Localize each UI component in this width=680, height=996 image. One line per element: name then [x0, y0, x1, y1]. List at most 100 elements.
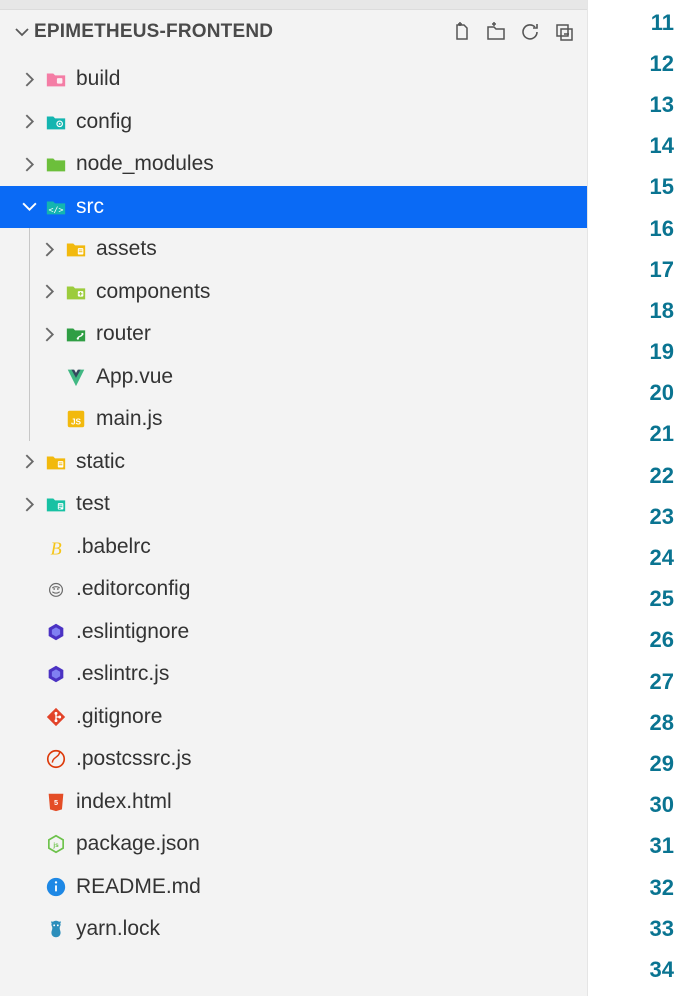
- line-number[interactable]: 17: [588, 249, 680, 290]
- refresh-icon[interactable]: [519, 21, 541, 43]
- folder-row-router[interactable]: router: [0, 313, 587, 356]
- folder-row-components[interactable]: components: [0, 271, 587, 314]
- html-icon: 5: [44, 790, 68, 814]
- line-number[interactable]: 15: [588, 167, 680, 208]
- line-number[interactable]: 19: [588, 332, 680, 373]
- svg-text:</>: </>: [49, 204, 64, 214]
- tree-item-label: README.md: [76, 875, 587, 899]
- explorer-header[interactable]: EPIMETHEUS-FRONTEND: [0, 10, 587, 54]
- line-number[interactable]: 16: [588, 208, 680, 249]
- chevron-right-icon[interactable]: [38, 283, 60, 300]
- chevron-right-icon[interactable]: [38, 241, 60, 258]
- folder-row-build[interactable]: build: [0, 58, 587, 101]
- line-number[interactable]: 14: [588, 126, 680, 167]
- line-number[interactable]: 26: [588, 620, 680, 661]
- editor-line-gutter: 1112131415161718192021222324252627282930…: [588, 0, 680, 996]
- line-number[interactable]: 25: [588, 579, 680, 620]
- tree-item-label: static: [76, 450, 587, 474]
- file-row-main-js[interactable]: JSmain.js: [0, 398, 587, 441]
- svg-text:js: js: [52, 842, 59, 849]
- indent-guide: [29, 228, 30, 271]
- line-number[interactable]: 22: [588, 455, 680, 496]
- line-number[interactable]: 21: [588, 414, 680, 455]
- eslint-icon: [44, 662, 68, 686]
- tree-item-label: config: [76, 110, 587, 134]
- postcss-icon: [44, 747, 68, 771]
- tree-item-label: .editorconfig: [76, 577, 587, 601]
- line-number[interactable]: 13: [588, 84, 680, 125]
- file-row-package-json[interactable]: js package.json: [0, 823, 587, 866]
- tree-item-label: test: [76, 492, 587, 516]
- info-icon: [44, 875, 68, 899]
- svg-text:B: B: [51, 538, 62, 558]
- indent-guide: [29, 398, 30, 441]
- svg-text:JS: JS: [71, 418, 82, 427]
- top-strip: [0, 0, 587, 10]
- folder-yellow-list-icon: [44, 450, 68, 474]
- tree-item-label: .eslintrc.js: [76, 662, 587, 686]
- line-number[interactable]: 18: [588, 290, 680, 331]
- chevron-right-icon[interactable]: [18, 71, 40, 88]
- chevron-down-icon[interactable]: [12, 24, 32, 40]
- file-row-yarn-lock[interactable]: yarn.lock: [0, 908, 587, 951]
- tree-item-label: yarn.lock: [76, 917, 587, 941]
- tree-item-label: .babelrc: [76, 535, 587, 559]
- file-row--babelrc[interactable]: B .babelrc: [0, 526, 587, 569]
- file-row-readme-md[interactable]: README.md: [0, 866, 587, 909]
- file-row--gitignore[interactable]: .gitignore: [0, 696, 587, 739]
- line-number[interactable]: 31: [588, 826, 680, 867]
- folder-teal-gear-icon: [44, 110, 68, 134]
- folder-row-static[interactable]: static: [0, 441, 587, 484]
- folder-row-config[interactable]: config: [0, 101, 587, 144]
- file-tree: build config node_modules </> src assets compo…: [0, 54, 587, 996]
- chevron-down-icon[interactable]: [18, 198, 40, 215]
- tree-item-label: router: [96, 322, 587, 346]
- file-row--editorconfig[interactable]: .editorconfig: [0, 568, 587, 611]
- folder-teal-test-icon: [44, 492, 68, 516]
- folder-pink-icon: [44, 67, 68, 91]
- tree-item-label: package.json: [76, 832, 587, 856]
- line-number[interactable]: 32: [588, 867, 680, 908]
- file-row-app-vue[interactable]: App.vue: [0, 356, 587, 399]
- tree-item-label: .gitignore: [76, 705, 587, 729]
- app-root: EPIMETHEUS-FRONTEND build config node_modu…: [0, 0, 680, 996]
- line-number[interactable]: 29: [588, 743, 680, 784]
- indent-guide: [29, 271, 30, 314]
- npm-icon: js: [44, 832, 68, 856]
- folder-row-test[interactable]: test: [0, 483, 587, 526]
- tree-item-label: components: [96, 280, 587, 304]
- file-row-index-html[interactable]: 5index.html: [0, 781, 587, 824]
- chevron-right-icon[interactable]: [18, 496, 40, 513]
- folder-row-node-modules[interactable]: node_modules: [0, 143, 587, 186]
- chevron-right-icon[interactable]: [18, 156, 40, 173]
- tree-item-label: src: [76, 195, 587, 219]
- line-number[interactable]: 24: [588, 537, 680, 578]
- tree-item-label: .postcssrc.js: [76, 747, 587, 771]
- folder-green-icon: [44, 152, 68, 176]
- chevron-right-icon[interactable]: [18, 113, 40, 130]
- file-row--eslintignore[interactable]: .eslintignore: [0, 611, 587, 654]
- line-number[interactable]: 11: [588, 2, 680, 43]
- line-number[interactable]: 23: [588, 496, 680, 537]
- file-row--postcssrc-js[interactable]: .postcssrc.js: [0, 738, 587, 781]
- line-number[interactable]: 30: [588, 785, 680, 826]
- babel-icon: B: [44, 535, 68, 559]
- project-title: EPIMETHEUS-FRONTEND: [32, 21, 451, 43]
- line-number[interactable]: 27: [588, 661, 680, 702]
- new-file-icon[interactable]: [451, 21, 473, 43]
- tree-item-label: assets: [96, 237, 587, 261]
- new-folder-icon[interactable]: [485, 21, 507, 43]
- chevron-right-icon[interactable]: [18, 453, 40, 470]
- line-number[interactable]: 28: [588, 702, 680, 743]
- line-number[interactable]: 34: [588, 949, 680, 990]
- vue-icon: [64, 365, 88, 389]
- chevron-right-icon[interactable]: [38, 326, 60, 343]
- line-number[interactable]: 33: [588, 908, 680, 949]
- folder-row-src[interactable]: </> src: [0, 186, 587, 229]
- file-row--eslintrc-js[interactable]: .eslintrc.js: [0, 653, 587, 696]
- line-number[interactable]: 12: [588, 43, 680, 84]
- line-number[interactable]: 20: [588, 373, 680, 414]
- folder-row-assets[interactable]: assets: [0, 228, 587, 271]
- collapse-all-icon[interactable]: [553, 21, 575, 43]
- indent-guide: [29, 356, 30, 399]
